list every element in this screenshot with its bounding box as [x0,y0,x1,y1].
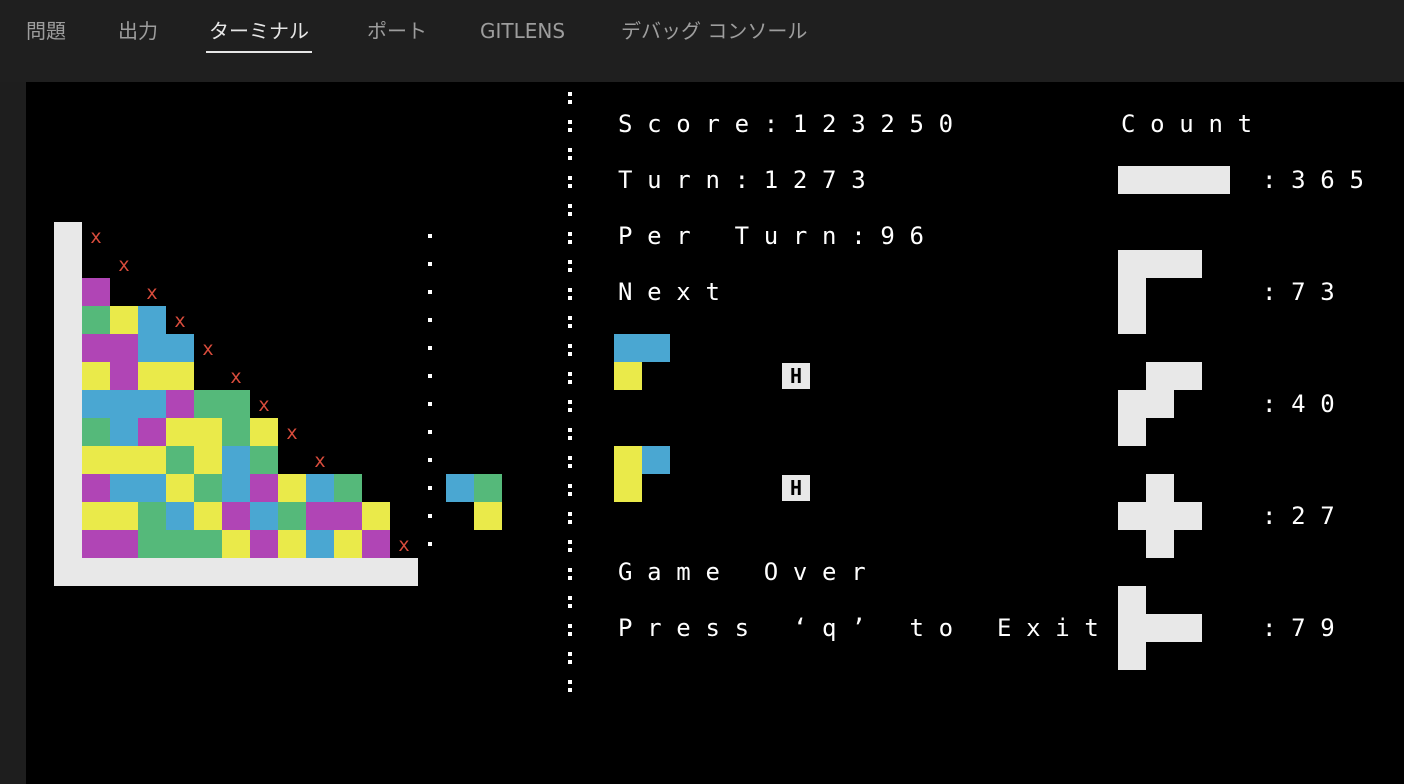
hold-marker-1: H [782,363,810,389]
tab-terminal[interactable]: ターミナル [206,17,312,53]
tab-gitlens[interactable]: GITLENS [480,17,565,45]
next-heading: Next [618,278,735,306]
tab-ports-label: ポート [367,19,427,43]
game-over-text: Game Over [618,558,881,586]
tab-ports[interactable]: ポート [367,17,427,45]
count-heading: Count [1121,110,1267,138]
tab-debug-console-label: デバッグ コンソール [621,19,808,43]
exit-hint-text: Press ‘q’ to Exit [618,614,1114,642]
tab-terminal-label: ターミナル [209,19,309,43]
panel-tab-bar: 問題 出力 ターミナル ポート GITLENS デバッグ コンソール [0,0,1404,82]
tab-problems-label: 問題 [26,19,66,43]
count-value-plus: :27 [1262,502,1350,530]
per-turn-readout: Per Turn:96 [618,222,939,250]
turn-readout: Turn:1273 [618,166,881,194]
count-value-bar: :365 [1262,166,1379,194]
count-value-corner: :73 [1262,278,1350,306]
tab-output[interactable]: 出力 [118,17,158,45]
count-value-tee: :79 [1262,614,1350,642]
tab-output-label: 出力 [118,19,158,43]
hold-marker-2: H [782,475,810,501]
score-readout: Score:123250 [618,110,968,138]
count-value-zigzag: :40 [1262,390,1350,418]
tab-problems[interactable]: 問題 [26,17,66,45]
tab-gitlens-label: GITLENS [480,19,566,43]
active-tab-underline [206,51,312,53]
tab-debug-console[interactable]: デバッグ コンソール [621,17,807,45]
